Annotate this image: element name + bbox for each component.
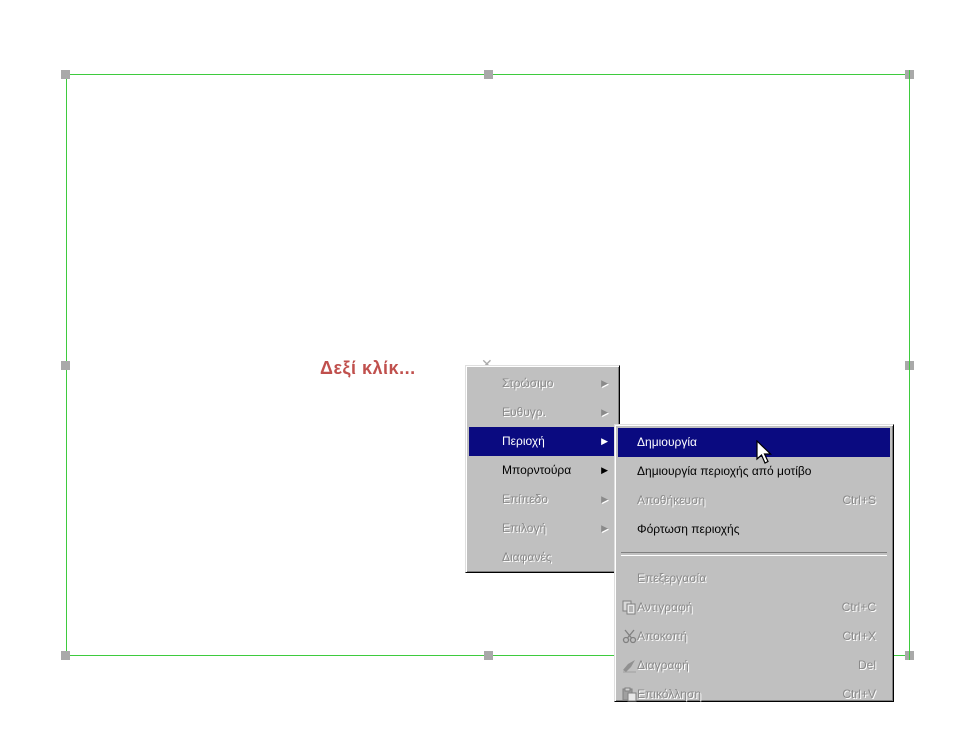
- resize-handle-top[interactable]: [484, 70, 493, 79]
- mouse-pointer-icon: [756, 440, 772, 464]
- eraser-icon: [623, 660, 636, 673]
- submenu-item-cut[interactable]: Αποκοπή Ctrl+X: [618, 622, 890, 651]
- submenu-arrow-icon: ▶: [601, 436, 608, 446]
- submenu-arrow-icon: ▶: [601, 494, 608, 504]
- menu-item-transparent[interactable]: Διαφανές: [469, 543, 616, 572]
- submenu-item-delete[interactable]: Διαγραφή Del: [618, 651, 890, 680]
- menu-item-selection[interactable]: Επιλογή ▶: [469, 514, 616, 543]
- submenu-arrow-icon: ▶: [601, 378, 608, 388]
- menu-item-strosimo[interactable]: Στρώσιμο ▶: [469, 369, 616, 398]
- menu-item-label: Στρώσιμο: [502, 376, 554, 390]
- menu-item-label: Διαγραφή: [637, 658, 689, 672]
- submenu-item-copy[interactable]: Αντιγραφή Ctrl+C: [618, 593, 890, 622]
- right-click-hint: Δεξί κλίκ...: [320, 358, 416, 378]
- menu-shortcut: Ctrl+C: [841, 600, 876, 614]
- resize-handle-bottom-right[interactable]: [905, 651, 914, 660]
- paste-icon: [622, 687, 637, 702]
- resize-handle-bottom-left[interactable]: [61, 651, 70, 660]
- submenu-item-edit[interactable]: Επεξεργασία: [618, 564, 890, 593]
- menu-item-label: Αντιγραφή: [637, 600, 693, 614]
- region-submenu: Δημιουργία Δημιουργία περιοχής από μοτίβ…: [614, 424, 894, 702]
- menu-item-label: Επίπεδο: [502, 492, 548, 506]
- submenu-item-load-region[interactable]: Φόρτωση περιοχής: [618, 515, 890, 544]
- menu-item-label: Αποθήκευση: [637, 493, 706, 507]
- menu-item-label: Περιοχή: [502, 434, 545, 448]
- submenu-item-save[interactable]: Αποθήκευση Ctrl+S: [618, 486, 890, 515]
- menu-item-layer[interactable]: Επίπεδο ▶: [469, 485, 616, 514]
- submenu-arrow-icon: ▶: [601, 465, 608, 475]
- submenu-item-create[interactable]: Δημιουργία: [618, 428, 890, 457]
- menu-item-label: Δημιουργία περιοχής από μοτίβο: [637, 464, 812, 478]
- copy-icon: [622, 600, 636, 615]
- menu-item-label: Μπορντούρα: [502, 463, 572, 477]
- context-menu: Στρώσιμο ▶ Ευθυγρ. ▶ Περιοχή ▶ Μπορντούρ…: [465, 365, 620, 573]
- menu-item-label: Επιλογή: [502, 521, 547, 535]
- menu-shortcut: Del: [857, 658, 876, 672]
- submenu-item-paste[interactable]: Επικόλληση Ctrl+V: [618, 680, 890, 709]
- scissors-icon: [622, 629, 637, 644]
- menu-item-label: Δημιουργία: [637, 435, 697, 449]
- menu-item-label: Διαφανές: [502, 550, 552, 564]
- resize-handle-top-right[interactable]: [905, 70, 914, 79]
- menu-shortcut: Ctrl+V: [842, 687, 876, 701]
- menu-item-align[interactable]: Ευθυγρ. ▶: [469, 398, 616, 427]
- submenu-arrow-icon: ▶: [601, 523, 608, 533]
- menu-item-region[interactable]: Περιοχή ▶: [469, 427, 616, 456]
- menu-item-label: Ευθυγρ.: [502, 405, 546, 419]
- resize-handle-left[interactable]: [61, 361, 70, 370]
- resize-handle-top-left[interactable]: [61, 70, 70, 79]
- menu-separator: [621, 552, 887, 556]
- menu-shortcut: Ctrl+S: [842, 493, 876, 507]
- menu-item-label: Φόρτωση περιοχής: [637, 522, 740, 536]
- submenu-arrow-icon: ▶: [601, 407, 608, 417]
- resize-handle-right[interactable]: [905, 361, 914, 370]
- menu-item-label: Αποκοπή: [637, 629, 688, 643]
- menu-item-label: Επεξεργασία: [637, 571, 707, 585]
- menu-item-border[interactable]: Μπορντούρα ▶: [469, 456, 616, 485]
- menu-shortcut: Ctrl+X: [842, 629, 876, 643]
- menu-item-label: Επικόλληση: [637, 687, 702, 701]
- submenu-item-create-from-pattern[interactable]: Δημιουργία περιοχής από μοτίβο: [618, 457, 890, 486]
- resize-handle-bottom[interactable]: [484, 651, 493, 660]
